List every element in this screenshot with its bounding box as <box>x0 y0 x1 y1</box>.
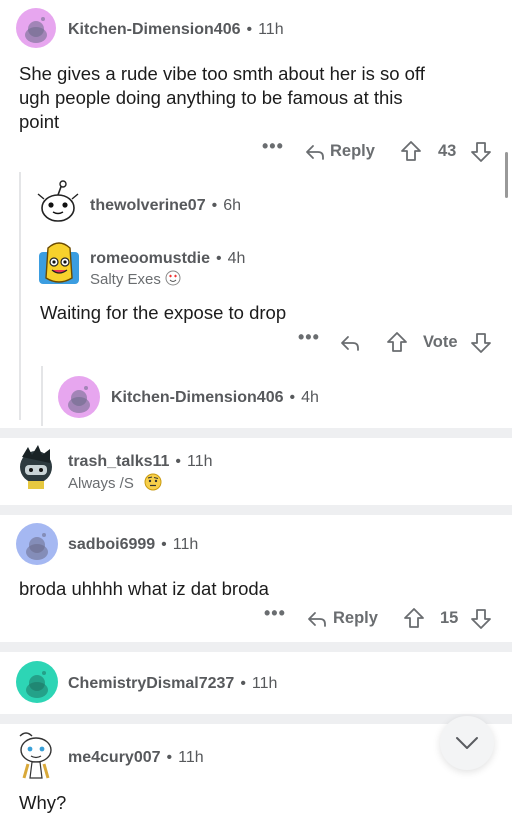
upvote-icon[interactable] <box>386 331 408 353</box>
comment-body: Waiting for the expose to drop <box>40 302 287 323</box>
timestamp: 11h <box>187 453 213 470</box>
robot-avatar-icon <box>20 445 52 489</box>
reply-button[interactable]: Reply <box>333 609 378 628</box>
timestamp: 11h <box>258 21 284 38</box>
comment-body: She gives a rude vibe too smth about her… <box>19 62 499 134</box>
avatar[interactable] <box>16 523 58 565</box>
snoo-avatar-icon <box>26 671 48 698</box>
snoo-avatar-icon <box>25 17 47 43</box>
dot-separator: • <box>211 197 218 214</box>
flair-text: Always /S <box>68 475 134 492</box>
comment-actions: ••• Vote <box>296 327 506 357</box>
username-line: Kitchen-Dimension406 • 11h <box>68 21 284 39</box>
timestamp: 6h <box>223 197 242 214</box>
snoo-avatar-icon <box>68 386 90 413</box>
avatar[interactable] <box>16 443 56 491</box>
comment-body: Why? <box>19 792 67 813</box>
downvote-icon[interactable] <box>470 141 492 163</box>
user-flair: Salty Exes <box>90 270 181 290</box>
reply-icon[interactable] <box>304 141 326 163</box>
divider <box>0 714 512 724</box>
reply-icon[interactable] <box>339 332 361 354</box>
avatar[interactable] <box>16 661 58 703</box>
dot-separator: • <box>289 389 296 406</box>
snoo-avatar-icon <box>26 533 48 560</box>
raised-eyebrow-emoji-icon <box>144 473 162 495</box>
downvote-icon[interactable] <box>470 608 492 630</box>
avatar[interactable] <box>14 728 60 780</box>
avatar[interactable] <box>16 8 56 48</box>
comment-body-line: She gives a rude vibe too smth about her… <box>19 63 425 84</box>
more-options-button[interactable]: ••• <box>264 603 286 624</box>
avatar[interactable] <box>38 238 80 286</box>
username[interactable]: thewolverine07 <box>90 197 206 214</box>
divider <box>0 505 512 515</box>
timestamp: 11h <box>251 675 278 692</box>
thread-line[interactable] <box>19 172 21 420</box>
timestamp: 11h <box>172 536 199 553</box>
username-line: ChemistryDismal7237 • 11h <box>68 675 277 693</box>
reply-button[interactable]: Reply <box>330 142 375 161</box>
flair-text: Salty Exes <box>90 271 161 288</box>
dot-separator: • <box>175 453 182 470</box>
vote-count: 43 <box>438 142 457 160</box>
comment-body-line: point <box>19 111 60 132</box>
thread-line[interactable] <box>41 366 43 426</box>
username-line: romeoomustdie • 4h <box>90 250 245 268</box>
divider <box>0 428 512 438</box>
username-line: me4cury007 • 11h <box>68 749 204 767</box>
avatar[interactable] <box>58 376 100 418</box>
scrollbar[interactable] <box>505 152 508 198</box>
vote-count: 15 <box>440 609 459 627</box>
username[interactable]: Kitchen-Dimension406 <box>111 389 283 406</box>
comment-body-line: ugh people doing anything to be famous a… <box>19 87 403 108</box>
username[interactable]: Kitchen-Dimension406 <box>68 21 240 38</box>
upvote-icon[interactable] <box>400 140 422 162</box>
chevron-down-icon <box>456 737 478 749</box>
upvote-icon[interactable] <box>403 607 425 629</box>
more-options-button[interactable]: ••• <box>262 136 284 157</box>
username[interactable]: sadboi6999 <box>68 536 155 553</box>
snoo-avatar-icon <box>37 180 79 222</box>
downvote-icon[interactable] <box>470 332 492 354</box>
reply-icon[interactable] <box>306 608 328 630</box>
vote-button[interactable]: Vote <box>423 333 458 352</box>
username[interactable]: me4cury007 <box>68 749 161 766</box>
banana-avatar-icon <box>39 242 79 284</box>
snoo-avatar-icon <box>19 732 52 779</box>
heart-eyes-emoji-icon <box>165 270 181 290</box>
comment-actions: ••• Reply 43 <box>260 136 500 166</box>
username-line: Kitchen-Dimension406 • 4h <box>111 389 319 407</box>
avatar[interactable] <box>36 180 80 226</box>
username-line: trash_talks11 • 11h <box>68 453 213 471</box>
dot-separator: • <box>166 749 173 766</box>
username[interactable]: ChemistryDismal7237 <box>68 675 234 692</box>
username[interactable]: trash_talks11 <box>68 453 169 470</box>
more-options-button[interactable]: ••• <box>298 327 320 348</box>
username[interactable]: romeoomustdie <box>90 250 210 267</box>
username-line: sadboi6999 • 11h <box>68 536 198 554</box>
comment-body: broda uhhhh what iz dat broda <box>19 578 269 599</box>
dot-separator: • <box>246 21 253 38</box>
dot-separator: • <box>240 675 246 692</box>
dot-separator: • <box>216 250 222 267</box>
username-line: thewolverine07 • 6h <box>90 197 241 215</box>
scroll-down-button[interactable] <box>440 716 494 770</box>
comment-actions: ••• Reply 15 <box>264 603 504 633</box>
user-flair: Always /S <box>68 473 162 495</box>
timestamp: 11h <box>178 749 204 766</box>
timestamp: 4h <box>301 389 319 406</box>
divider <box>0 642 512 652</box>
dot-separator: • <box>161 536 167 553</box>
timestamp: 4h <box>227 250 246 267</box>
